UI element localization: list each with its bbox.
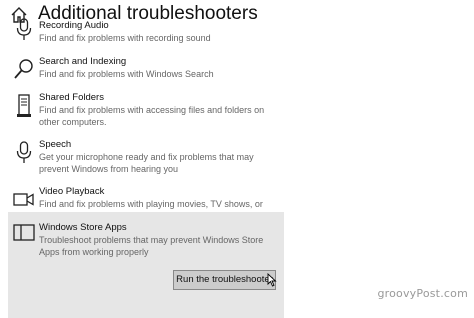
item-description: Find and fix problems with accessing fil… (39, 105, 265, 127)
mouse-cursor-icon (267, 273, 277, 287)
item-description: Find and fix problems with recording sou… (39, 33, 211, 43)
shared-folders-icon (13, 94, 35, 118)
item-description: Troubleshoot problems that may prevent W… (39, 235, 264, 257)
item-description: Get your microphone ready and fix proble… (39, 152, 254, 174)
troubleshooter-item-search-indexing[interactable]: Search and Indexing Find and fix problem… (8, 56, 284, 86)
troubleshooter-item-speech[interactable]: Speech Get your microphone ready and fix… (8, 139, 284, 179)
run-troubleshooter-button[interactable]: Run the troubleshooter (173, 270, 276, 290)
item-title: Shared Folders (39, 92, 104, 103)
item-description: Find and fix problems with Windows Searc… (39, 69, 214, 79)
troubleshooter-item-shared-folders[interactable]: Shared Folders Find and fix problems wit… (8, 92, 284, 132)
item-title: Search and Indexing (39, 56, 127, 67)
store-apps-icon (13, 222, 35, 246)
watermark: groovyPost.com (377, 287, 468, 300)
troubleshooter-item-windows-store-apps[interactable]: Windows Store Apps Troubleshoot problems… (8, 212, 284, 318)
microphone-icon (13, 141, 35, 165)
troubleshooter-item-recording-audio[interactable]: Recording Audio Find and fix problems wi… (8, 18, 284, 46)
item-title: Video Playback (39, 186, 105, 197)
item-title: Speech (39, 139, 72, 150)
item-title: Windows Store Apps (39, 222, 127, 233)
microphone-icon (13, 18, 35, 42)
search-icon (13, 58, 35, 82)
item-title: Recording Audio (39, 20, 109, 31)
video-icon (13, 188, 35, 212)
